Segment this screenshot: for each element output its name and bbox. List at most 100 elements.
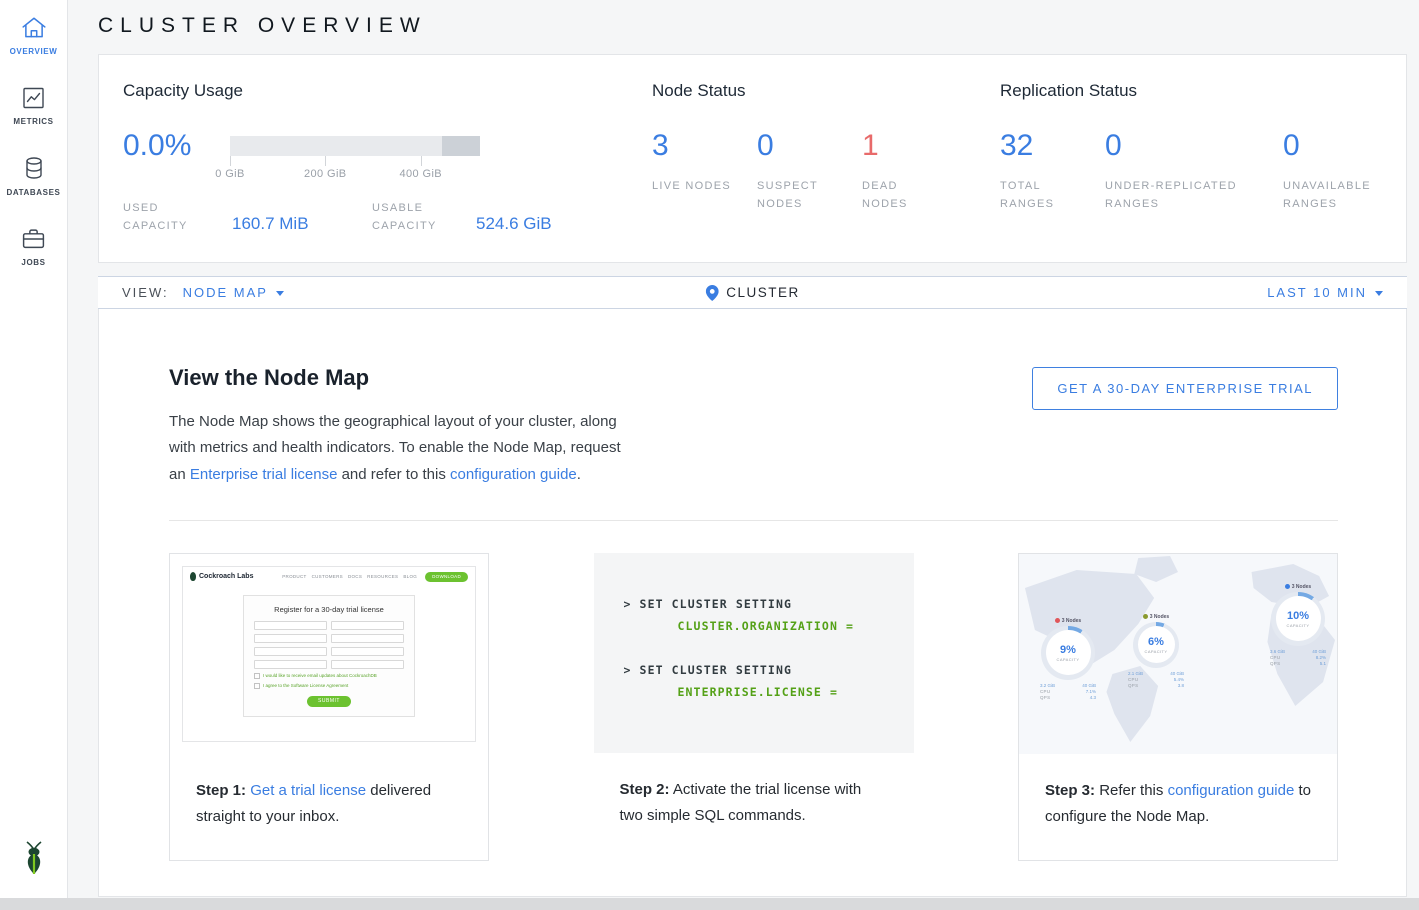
chevron-down-icon xyxy=(276,291,284,296)
mini-form-field xyxy=(254,647,327,656)
configuration-guide-link[interactable]: configuration guide xyxy=(1168,782,1295,799)
sidebar-item-label: JOBS xyxy=(21,258,45,267)
mini-register-form: Register for a 30-day trial license xyxy=(243,595,415,717)
view-selector-dropdown[interactable]: NODE MAP xyxy=(183,285,284,300)
cluster-summary-card: Capacity Usage 0.0% 0 GiB 200 GiB 400 Gi… xyxy=(98,54,1407,263)
total-ranges-stat: 32 TOTAL RANGES xyxy=(1000,129,1105,213)
admin-ui-app: OVERVIEW METRICS DATABASES JOBS xyxy=(0,0,1419,898)
sidebar-item-metrics[interactable]: METRICS xyxy=(0,86,68,126)
under-replicated-ranges-value: 0 xyxy=(1105,129,1283,163)
sidebar-item-label: METRICS xyxy=(13,117,53,126)
sidebar-item-label: DATABASES xyxy=(7,188,61,197)
used-capacity-value: 160.7 MiB xyxy=(232,214,372,235)
gauge-percent: 6% xyxy=(1148,636,1164,648)
live-nodes-value: 3 xyxy=(652,129,757,163)
capacity-usage-title: Capacity Usage xyxy=(123,81,652,101)
description-text: . xyxy=(577,466,581,483)
locality-dot-icon xyxy=(1143,614,1148,619)
node-map-preview-image: 3 Nodes 9%CAPACITY 3.2 GiB40 GiB CPU7.1%… xyxy=(1019,554,1337,754)
jobs-icon xyxy=(21,227,46,251)
mini-form-field xyxy=(254,634,327,643)
step3-caption: Step 3: Refer this configuration guide t… xyxy=(1019,754,1337,861)
under-replicated-ranges-stat: 0 UNDER-REPLICATED RANGES xyxy=(1105,129,1283,213)
unavailable-ranges-stat: 0 UNAVAILABLE RANGES xyxy=(1283,129,1388,213)
gauge-percent: 10% xyxy=(1287,610,1309,622)
configuration-guide-link[interactable]: configuration guide xyxy=(450,466,577,483)
gauge-metric: CAPACITY xyxy=(1057,657,1080,662)
metrics-icon xyxy=(21,86,46,110)
capacity-percent-value: 0.0% xyxy=(123,129,230,163)
mini-form-field xyxy=(331,634,404,643)
get-trial-license-link[interactable]: Get a trial license xyxy=(250,782,366,799)
capacity-ring-gauge: 9%CAPACITY xyxy=(1041,626,1095,680)
home-icon xyxy=(21,16,47,40)
view-selector-value: NODE MAP xyxy=(183,285,268,300)
capacity-ring-gauge: 10%CAPACITY xyxy=(1271,592,1325,646)
code-line: ENTERPRISE.LICENSE = xyxy=(678,685,914,699)
databases-icon xyxy=(22,156,46,181)
mini-form-field xyxy=(331,660,404,669)
gauge-percent: 9% xyxy=(1060,644,1076,656)
locality-dot-icon xyxy=(1055,618,1060,623)
mini-checkbox-license: I agree to the Software License Agreemen… xyxy=(254,683,404,689)
mini-nav-item: PRODUCT xyxy=(282,574,306,579)
step2-label: Step 2: xyxy=(620,781,670,798)
divider xyxy=(169,520,1338,521)
dead-nodes-value: 1 xyxy=(862,129,967,163)
description-text: and refer to this xyxy=(342,466,446,483)
code-line: CLUSTER.ORGANIZATION = xyxy=(678,619,914,633)
node-map-panel: View the Node Map The Node Map shows the… xyxy=(98,309,1407,897)
unavailable-ranges-label: UNAVAILABLE RANGES xyxy=(1283,177,1388,213)
locality-nodes: 3 Nodes xyxy=(1062,618,1081,624)
step3-card: 3 Nodes 9%CAPACITY 3.2 GiB40 GiB CPU7.1%… xyxy=(1018,553,1338,862)
mini-form-title: Register for a 30-day trial license xyxy=(254,605,404,614)
cockroachdb-logo xyxy=(19,841,49,882)
sidebar-item-label: OVERVIEW xyxy=(10,47,58,56)
capacity-gauge: 0 GiB 200 GiB 400 GiB xyxy=(230,136,480,156)
sidebar-item-databases[interactable]: DATABASES xyxy=(0,156,68,197)
usable-capacity-label: USABLE CAPACITY xyxy=(372,199,454,235)
sidebar-item-jobs[interactable]: JOBS xyxy=(0,227,68,267)
step3-label: Step 3: xyxy=(1045,782,1095,799)
mini-nav-item: CUSTOMERS xyxy=(312,574,343,579)
mini-submit-button: SUBMIT xyxy=(307,696,351,707)
mini-form-field xyxy=(254,660,327,669)
location-pin-icon xyxy=(705,285,718,301)
gauge-tick xyxy=(230,156,231,166)
step1-label: Step 1: xyxy=(196,782,246,799)
locality-nodes: 3 Nodes xyxy=(1150,614,1169,620)
under-replicated-ranges-label: UNDER-REPLICATED RANGES xyxy=(1105,177,1265,213)
step1-caption: Step 1: Get a trial license delivered st… xyxy=(170,754,488,861)
dead-nodes-stat: 1 DEAD NODES xyxy=(862,129,967,213)
replication-status-section: Replication Status 32 TOTAL RANGES 0 UND… xyxy=(1000,81,1388,262)
total-ranges-value: 32 xyxy=(1000,129,1105,163)
suspect-nodes-label: SUSPECT NODES xyxy=(757,177,839,213)
page-title: CLUSTER OVERVIEW xyxy=(98,12,1407,40)
sql-code-sample: > SET CLUSTER SETTING CLUSTER.ORGANIZATI… xyxy=(594,553,914,753)
suspect-nodes-stat: 0 SUSPECT NODES xyxy=(757,129,862,213)
step3-text: Refer this xyxy=(1099,782,1163,799)
mini-nav-item: RESOURCES xyxy=(367,574,398,579)
chevron-down-icon xyxy=(1375,291,1383,296)
sidebar: OVERVIEW METRICS DATABASES JOBS xyxy=(0,0,68,898)
enterprise-trial-license-link[interactable]: Enterprise trial license xyxy=(190,466,338,483)
sidebar-item-overview[interactable]: OVERVIEW xyxy=(0,16,68,56)
locality-nodes: 3 Nodes xyxy=(1292,584,1311,590)
mini-site-brand: Cockroach Labs xyxy=(199,573,253,580)
enterprise-trial-button[interactable]: GET A 30-DAY ENTERPRISE TRIAL xyxy=(1032,367,1338,410)
step2-caption: Step 2: Activate the trial license with … xyxy=(594,753,914,860)
gauge-tick-label: 400 GiB xyxy=(399,168,442,180)
mini-form-field xyxy=(331,647,404,656)
replication-status-title: Replication Status xyxy=(1000,81,1388,101)
mini-checkbox-updates: I would like to receive email updates ab… xyxy=(254,673,404,679)
gauge-tick-label: 0 GiB xyxy=(215,168,245,180)
mini-site-nav: PRODUCT CUSTOMERS DOCS RESOURCES BLOG xyxy=(282,574,417,579)
node-map-heading: View the Node Map xyxy=(169,365,631,391)
time-range-value: LAST 10 MIN xyxy=(1267,285,1367,300)
capacity-gauge-segment xyxy=(442,136,480,156)
gauge-metric: CAPACITY xyxy=(1145,649,1168,654)
time-range-dropdown[interactable]: LAST 10 MIN xyxy=(1267,285,1383,300)
gauge-tick-label: 200 GiB xyxy=(304,168,347,180)
mini-form-field xyxy=(254,621,327,630)
scope-breadcrumb[interactable]: CLUSTER xyxy=(705,285,800,301)
